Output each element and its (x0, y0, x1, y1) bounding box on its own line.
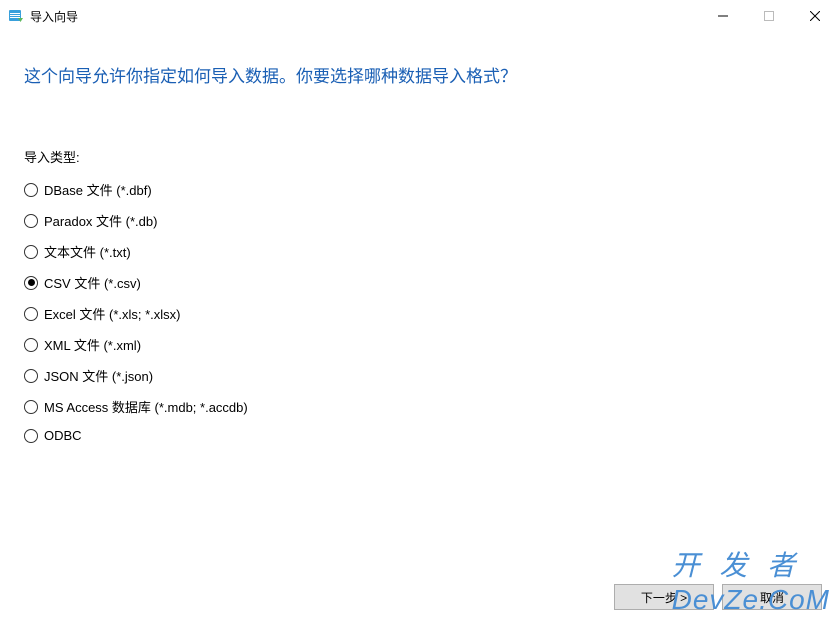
radio-label: ODBC (44, 428, 82, 443)
radio-option[interactable]: CSV 文件 (*.csv) (24, 273, 814, 292)
radio-label: DBase 文件 (*.dbf) (44, 180, 152, 199)
radio-label: XML 文件 (*.xml) (44, 335, 141, 354)
radio-icon (24, 429, 38, 443)
radio-label: Paradox 文件 (*.db) (44, 211, 157, 230)
minimize-button[interactable] (700, 0, 746, 32)
radio-label: JSON 文件 (*.json) (44, 366, 153, 385)
radio-option[interactable]: MS Access 数据库 (*.mdb; *.accdb) (24, 397, 814, 416)
radio-icon (24, 214, 38, 228)
import-type-group: DBase 文件 (*.dbf) Paradox 文件 (*.db) 文本文件 (*… (24, 180, 814, 443)
radio-option[interactable]: DBase 文件 (*.dbf) (24, 180, 814, 199)
button-bar: 下一步 > 取消 (614, 584, 822, 610)
radio-label: Excel 文件 (*.xls; *.xlsx) (44, 304, 181, 323)
radio-label: CSV 文件 (*.csv) (44, 273, 141, 292)
radio-option[interactable]: JSON 文件 (*.json) (24, 366, 814, 385)
radio-icon (24, 183, 38, 197)
radio-icon (24, 307, 38, 321)
watermark-cn: 开 发 者 (672, 550, 802, 581)
titlebar: 导入向导 (0, 0, 838, 32)
radio-option[interactable]: 文本文件 (*.txt) (24, 242, 814, 261)
radio-option[interactable]: Excel 文件 (*.xls; *.xlsx) (24, 304, 814, 323)
radio-option[interactable]: ODBC (24, 428, 814, 443)
wizard-content: 这个向导允许你指定如何导入数据。你要选择哪种数据导入格式？ 导入类型: DBas… (0, 32, 838, 443)
window-controls (700, 0, 838, 32)
cancel-button[interactable]: 取消 (722, 584, 822, 610)
radio-icon (24, 276, 38, 290)
radio-option[interactable]: XML 文件 (*.xml) (24, 335, 814, 354)
radio-label: 文本文件 (*.txt) (44, 242, 131, 261)
app-icon (8, 8, 24, 24)
radio-label: MS Access 数据库 (*.mdb; *.accdb) (44, 397, 248, 416)
import-type-label: 导入类型: (24, 147, 814, 166)
radio-icon (24, 369, 38, 383)
close-button[interactable] (792, 0, 838, 32)
radio-icon (24, 338, 38, 352)
window-title: 导入向导 (30, 8, 700, 25)
maximize-button (746, 0, 792, 32)
radio-icon (24, 400, 38, 414)
wizard-heading: 这个向导允许你指定如何导入数据。你要选择哪种数据导入格式？ (24, 62, 814, 87)
radio-option[interactable]: Paradox 文件 (*.db) (24, 211, 814, 230)
radio-icon (24, 245, 38, 259)
next-button[interactable]: 下一步 > (614, 584, 714, 610)
